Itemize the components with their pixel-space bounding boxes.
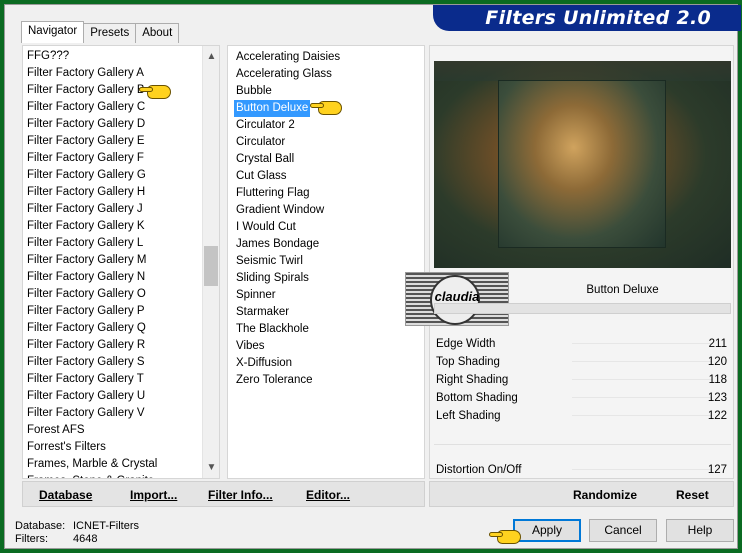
database-button[interactable]: Database: [39, 482, 92, 508]
right-toolbar: Randomize Reset: [429, 481, 734, 507]
edge-width-slider[interactable]: [572, 343, 712, 344]
button-deluxe-effect: [498, 80, 666, 248]
top-shading-slider[interactable]: [572, 361, 712, 362]
filter-item[interactable]: Crystal Ball: [234, 151, 296, 168]
filter-item[interactable]: Vibes: [234, 338, 267, 355]
filter-item[interactable]: Fluttering Flag: [234, 185, 312, 202]
app-title-banner: Filters Unlimited 2.0: [433, 5, 741, 31]
status-filters: Filters: 4648: [15, 533, 98, 545]
filter-item[interactable]: Spinner: [234, 287, 278, 304]
filter-item[interactable]: Accelerating Daisies: [234, 49, 342, 66]
param-bottom-shading[interactable]: Bottom Shading 123: [432, 389, 733, 407]
current-filter-name: Button Deluxe: [586, 284, 659, 296]
param-top-shading[interactable]: Top Shading 120: [432, 353, 733, 371]
reset-button[interactable]: Reset: [676, 482, 709, 508]
preview-panel: claudia Button Deluxe Edge Width 211 Top…: [405, 45, 734, 479]
category-item[interactable]: Filter Factory Gallery T: [27, 371, 144, 388]
category-item[interactable]: Filter Factory Gallery Q: [27, 320, 146, 337]
filter-item[interactable]: Seismic Twirl: [234, 253, 305, 270]
filter-item[interactable]: X-Diffusion: [234, 355, 294, 372]
filter-item[interactable]: James Bondage: [234, 236, 321, 253]
status-database: Database: ICNET-Filters: [15, 520, 139, 532]
filters-unlimited-window: Filters Unlimited 2.0 Navigator Presets …: [4, 4, 741, 549]
category-item[interactable]: Filter Factory Gallery H: [27, 184, 145, 201]
filter-item[interactable]: Accelerating Glass: [234, 66, 334, 83]
category-item[interactable]: Filter Factory Gallery V: [27, 405, 145, 422]
category-item[interactable]: Filter Factory Gallery C: [27, 99, 145, 116]
filter-item[interactable]: Button Deluxe: [234, 100, 311, 117]
distortion-slider[interactable]: [572, 469, 712, 470]
pointing-hand-icon: [310, 98, 344, 116]
editor-button[interactable]: Editor...: [306, 482, 350, 508]
filter-item[interactable]: Zero Tolerance: [234, 372, 315, 389]
preview-image: [434, 61, 731, 268]
tab-about[interactable]: About: [135, 23, 180, 43]
tab-presets[interactable]: Presets: [83, 23, 137, 43]
right-shading-slider[interactable]: [572, 379, 712, 380]
category-item[interactable]: Filter Factory Gallery E: [27, 133, 145, 150]
scroll-down-arrow-icon[interactable]: ▼: [203, 459, 219, 476]
category-item[interactable]: Filter Factory Gallery L: [27, 235, 143, 252]
help-button[interactable]: Help: [666, 519, 734, 542]
left-toolbar: Database Import... Filter Info... Editor…: [22, 481, 425, 507]
pointing-hand-icon: [139, 82, 173, 100]
param-distortion[interactable]: Distortion On/Off 127: [432, 461, 733, 479]
category-item[interactable]: Filter Factory Gallery G: [27, 167, 146, 184]
category-item[interactable]: Filter Factory Gallery F: [27, 150, 144, 167]
cancel-button[interactable]: Cancel: [589, 519, 657, 542]
category-item[interactable]: FFG???: [27, 48, 69, 65]
tab-navigator[interactable]: Navigator: [21, 21, 85, 43]
filter-name-divider: [434, 303, 731, 314]
filter-item[interactable]: Gradient Window: [234, 202, 326, 219]
filter-item[interactable]: Cut Glass: [234, 168, 289, 185]
filter-item[interactable]: Starmaker: [234, 304, 291, 321]
param-right-shading[interactable]: Right Shading 118: [432, 371, 733, 389]
category-item[interactable]: Filter Factory Gallery K: [27, 218, 145, 235]
filter-item[interactable]: Sliding Spirals: [234, 270, 311, 287]
category-item[interactable]: Frames, Marble & Crystal: [27, 456, 157, 473]
category-item[interactable]: Filter Factory Gallery N: [27, 269, 145, 286]
filter-item[interactable]: Circulator 2: [234, 117, 297, 134]
category-item[interactable]: Filter Factory Gallery S: [27, 354, 145, 371]
category-item[interactable]: Filter Factory Gallery J: [27, 201, 143, 218]
apply-button[interactable]: Apply: [513, 519, 581, 542]
filter-item[interactable]: Circulator: [234, 134, 287, 151]
category-item[interactable]: Filter Factory Gallery D: [27, 116, 145, 133]
category-item[interactable]: Frames, Stone & Granite: [27, 473, 154, 478]
filter-item[interactable]: I Would Cut: [234, 219, 298, 236]
pointing-hand-icon: [489, 527, 523, 545]
category-item[interactable]: Forest AFS: [27, 422, 85, 439]
scroll-up-arrow-icon[interactable]: ▲: [203, 48, 219, 65]
scroll-thumb[interactable]: [204, 246, 218, 286]
filter-info-button[interactable]: Filter Info...: [208, 482, 273, 508]
category-item[interactable]: Filter Factory Gallery P: [27, 303, 145, 320]
category-list[interactable]: FFG??? Filter Factory Gallery A Filter Fac…: [22, 45, 220, 479]
param-left-shading[interactable]: Left Shading 122: [432, 407, 733, 425]
randomize-button[interactable]: Randomize: [573, 482, 637, 508]
param-edge-width[interactable]: Edge Width 211: [432, 335, 733, 353]
import-button[interactable]: Import...: [130, 482, 177, 508]
category-item[interactable]: Forrest's Filters: [27, 439, 106, 456]
category-item[interactable]: Filter Factory Gallery M: [27, 252, 147, 269]
category-item[interactable]: Filter Factory Gallery O: [27, 286, 146, 303]
category-item[interactable]: Filter Factory Gallery A: [27, 65, 144, 82]
filter-item[interactable]: Bubble: [234, 83, 274, 100]
category-item[interactable]: Filter Factory Gallery B: [27, 82, 145, 99]
left-shading-slider[interactable]: [572, 415, 712, 416]
filter-item[interactable]: The Blackhole: [234, 321, 311, 338]
claudia-watermark-logo: claudia: [405, 272, 509, 326]
category-item[interactable]: Filter Factory Gallery U: [27, 388, 145, 405]
category-item[interactable]: Filter Factory Gallery R: [27, 337, 145, 354]
tab-bar: Navigator Presets About: [21, 21, 180, 43]
bottom-shading-slider[interactable]: [572, 397, 712, 398]
category-scrollbar[interactable]: ▲ ▼: [202, 46, 219, 478]
